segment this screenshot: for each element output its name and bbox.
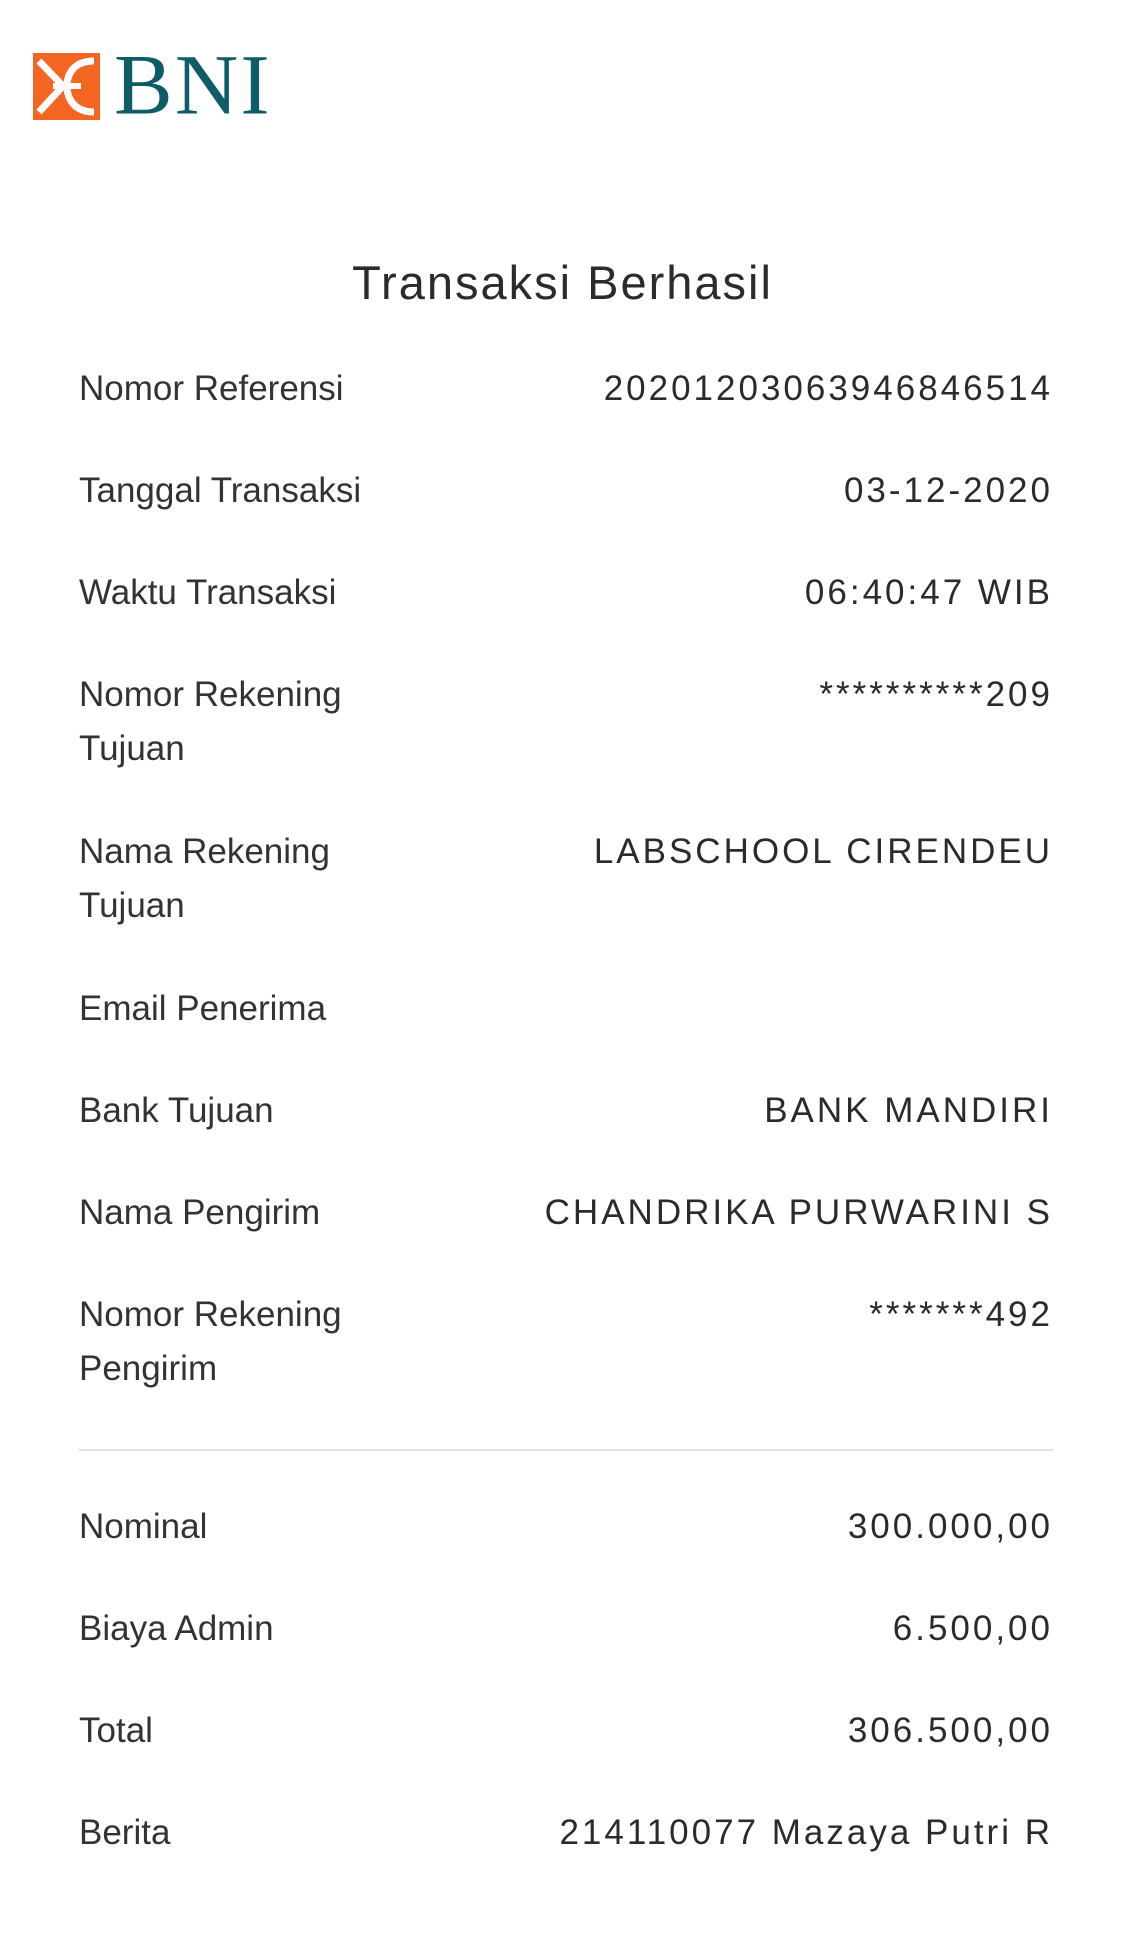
detail-label: Tanggal Transaksi	[79, 471, 362, 510]
detail-row-reference-number: Nomor Referensi 20201203063946846514	[79, 362, 1053, 416]
detail-value: *******492	[869, 1295, 1053, 1334]
detail-value: 06:40:47 WIB	[804, 573, 1053, 612]
detail-value: 20201203063946846514	[603, 369, 1053, 408]
detail-label: Nomor Referensi	[79, 369, 344, 408]
detail-label: Nama Pengirim	[79, 1193, 321, 1232]
detail-label: Email Penerima	[79, 989, 327, 1028]
detail-row-recipient-email: Email Penerima	[79, 982, 1053, 1036]
summary-value: 214110077 Mazaya Putri R	[559, 1813, 1053, 1852]
brand-name: BNI	[114, 37, 272, 134]
summary-label: Berita	[79, 1813, 171, 1852]
summary-label: Biaya Admin	[79, 1609, 274, 1648]
detail-row-destination-bank: Bank Tujuan BANK MANDIRI	[79, 1084, 1053, 1138]
bni-logo: BNI	[33, 37, 272, 134]
summary-value: 306.500,00	[847, 1711, 1053, 1750]
page-title: Transaksi Berhasil	[352, 256, 773, 309]
detail-value: **********209	[819, 675, 1053, 714]
summary-row-admin-fee: Biaya Admin 6.500,00	[79, 1602, 1053, 1656]
summary-row-total: Total 306.500,00	[79, 1704, 1053, 1758]
bni-logo-mark-icon	[33, 52, 100, 120]
detail-row-sender-name: Nama Pengirim CHANDRIKA PURWARINI S	[79, 1186, 1053, 1240]
detail-label: Waktu Transaksi	[79, 573, 337, 612]
summary-row-nominal: Nominal 300.000,00	[79, 1500, 1053, 1554]
detail-label: Nomor Rekening Pengirim	[79, 1295, 342, 1388]
detail-value: CHANDRIKA PURWARINI S	[544, 1193, 1053, 1232]
detail-value: 03-12-2020	[843, 471, 1053, 510]
summary-value: 300.000,00	[847, 1507, 1053, 1546]
detail-row-transaction-date: Tanggal Transaksi 03-12-2020	[79, 464, 1053, 518]
detail-row-destination-name: Nama Rekening Tujuan LABSCHOOL CIRENDEU	[79, 825, 1053, 933]
summary-row-message: Berita 214110077 Mazaya Putri R	[79, 1806, 1053, 1860]
detail-label: Nama Rekening Tujuan	[79, 832, 330, 925]
detail-row-destination-account: Nomor Rekening Tujuan **********209	[79, 668, 1053, 776]
detail-row-sender-account: Nomor Rekening Pengirim *******492	[79, 1288, 1053, 1396]
summary-label: Total	[79, 1711, 153, 1750]
section-divider	[79, 1449, 1053, 1451]
detail-value: BANK MANDIRI	[764, 1091, 1053, 1130]
summary-label: Nominal	[79, 1507, 208, 1546]
detail-value: LABSCHOOL CIRENDEU	[593, 832, 1053, 871]
detail-label: Nomor Rekening Tujuan	[79, 675, 342, 768]
detail-row-transaction-time: Waktu Transaksi 06:40:47 WIB	[79, 566, 1053, 620]
summary-value: 6.500,00	[892, 1609, 1053, 1648]
detail-label: Bank Tujuan	[79, 1091, 274, 1130]
